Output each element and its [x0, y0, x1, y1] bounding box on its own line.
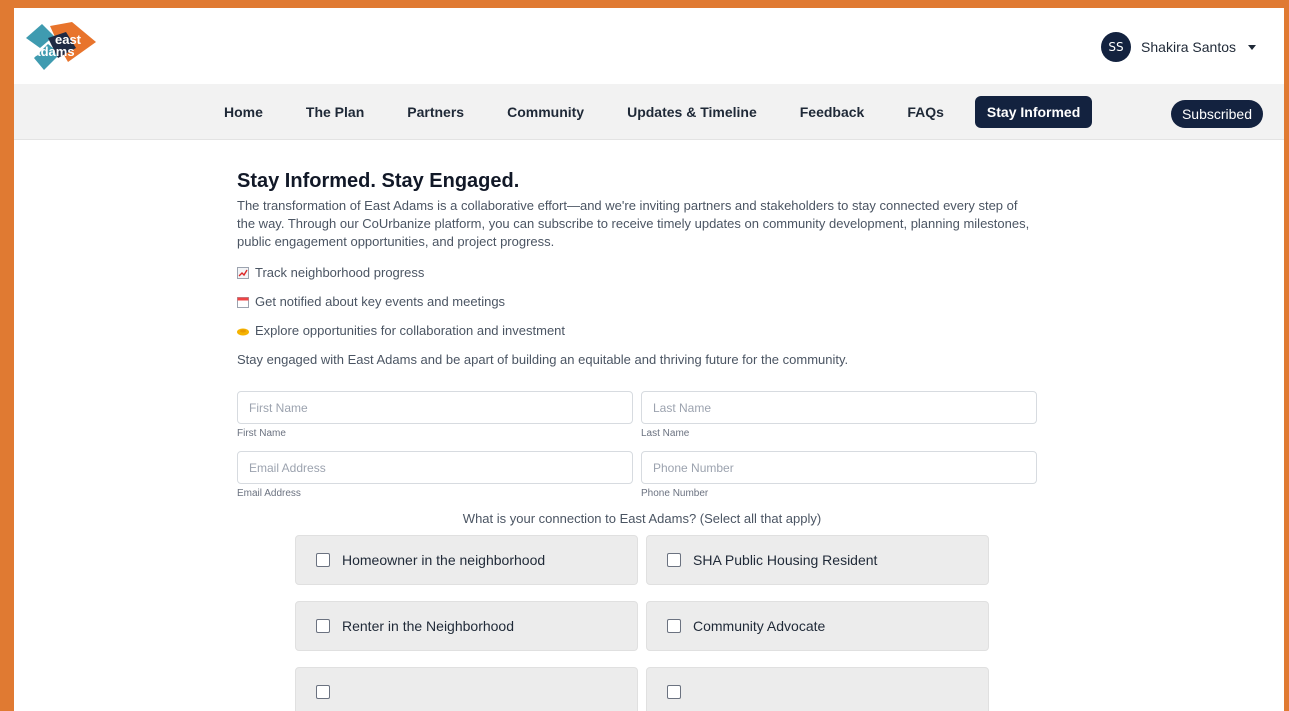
connection-options: Homeowner in the neighborhood SHA Public…: [295, 535, 1037, 711]
option-partial[interactable]: [646, 667, 989, 711]
calendar-icon: [237, 296, 249, 308]
option-sha-resident[interactable]: SHA Public Housing Resident: [646, 535, 989, 585]
east-adams-logo[interactable]: east adams: [20, 18, 100, 74]
bullet-text: Get notified about key events and meetin…: [255, 294, 506, 309]
checkbox[interactable]: [316, 553, 330, 567]
nav-partners[interactable]: Partners: [395, 96, 476, 128]
main-nav: Home The Plan Partners Community Updates…: [212, 96, 1093, 128]
option-partial[interactable]: [295, 667, 638, 711]
first-name-label: First Name: [237, 428, 286, 439]
closing-paragraph: Stay engaged with East Adams and be apar…: [237, 352, 849, 367]
email-label: Email Address: [237, 488, 301, 499]
nav-home[interactable]: Home: [212, 96, 275, 128]
checkbox[interactable]: [316, 619, 330, 633]
last-name-field[interactable]: [641, 391, 1037, 424]
page-title: Stay Informed. Stay Engaged.: [237, 170, 520, 192]
bullet-text: Explore opportunities for collaboration …: [255, 323, 566, 338]
last-name-label: Last Name: [641, 428, 690, 439]
intro-paragraph: The transformation of East Adams is a co…: [237, 198, 1030, 249]
top-header: east adams SS Shakira Santos: [14, 8, 1284, 84]
checkbox[interactable]: [667, 619, 681, 633]
chart-icon: [237, 266, 249, 279]
option-label: SHA Public Housing Resident: [693, 552, 878, 568]
first-name-group: First Name: [237, 391, 633, 439]
east-adams-logo-mark: east adams: [26, 22, 96, 70]
nav-stay-informed[interactable]: Stay Informed: [974, 96, 1093, 128]
phone-field[interactable]: [641, 451, 1037, 484]
main-content: Stay Informed. Stay Engaged. The transfo…: [237, 170, 1037, 711]
option-label: Homeowner in the neighborhood: [342, 552, 546, 568]
name-row: First Name Last Name: [237, 391, 1037, 439]
bullet-text: Track neighborhood progress: [255, 265, 425, 280]
option-renter[interactable]: Renter in the Neighborhood: [295, 601, 638, 651]
nav-updates-timeline[interactable]: Updates & Timeline: [615, 96, 769, 128]
checkbox[interactable]: [667, 685, 681, 699]
avatar[interactable]: SS: [1101, 32, 1132, 62]
checkbox[interactable]: [316, 685, 330, 699]
contact-row: Email Address Phone Number: [237, 451, 1037, 499]
main-nav-bar: Home The Plan Partners Community Updates…: [14, 84, 1284, 140]
page-frame: east adams SS Shakira Santos Home The Pl…: [14, 8, 1284, 711]
subscribed-button[interactable]: Subscribed: [1170, 100, 1263, 128]
option-homeowner[interactable]: Homeowner in the neighborhood: [295, 535, 638, 585]
phone-group: Phone Number: [641, 451, 1037, 499]
option-community-advocate[interactable]: Community Advocate: [646, 601, 989, 651]
first-name-field[interactable]: [237, 391, 633, 424]
option-label: Community Advocate: [693, 618, 826, 634]
bullet-item: Get notified about key events and meetin…: [237, 294, 1037, 309]
bullet-item: Track neighborhood progress: [237, 265, 1037, 280]
email-group: Email Address: [237, 451, 633, 499]
option-label: Renter in the Neighborhood: [342, 618, 515, 634]
last-name-group: Last Name: [641, 391, 1037, 439]
nav-the-plan[interactable]: The Plan: [294, 96, 376, 128]
nav-faqs[interactable]: FAQs: [895, 96, 956, 128]
svg-text:adams: adams: [33, 44, 74, 59]
email-field[interactable]: [237, 451, 633, 484]
checkbox[interactable]: [667, 553, 681, 567]
nav-community[interactable]: Community: [495, 96, 596, 128]
user-menu[interactable]: SS Shakira Santos: [1101, 32, 1256, 62]
user-name[interactable]: Shakira Santos: [1141, 39, 1236, 55]
handshake-icon: [237, 328, 249, 335]
bullet-item: Explore opportunities for collaboration …: [237, 323, 1037, 338]
caret-down-icon[interactable]: [1248, 44, 1256, 50]
phone-label: Phone Number: [641, 488, 709, 499]
nav-feedback[interactable]: Feedback: [788, 96, 877, 128]
connection-question: What is your connection to East Adams? (…: [462, 511, 822, 526]
